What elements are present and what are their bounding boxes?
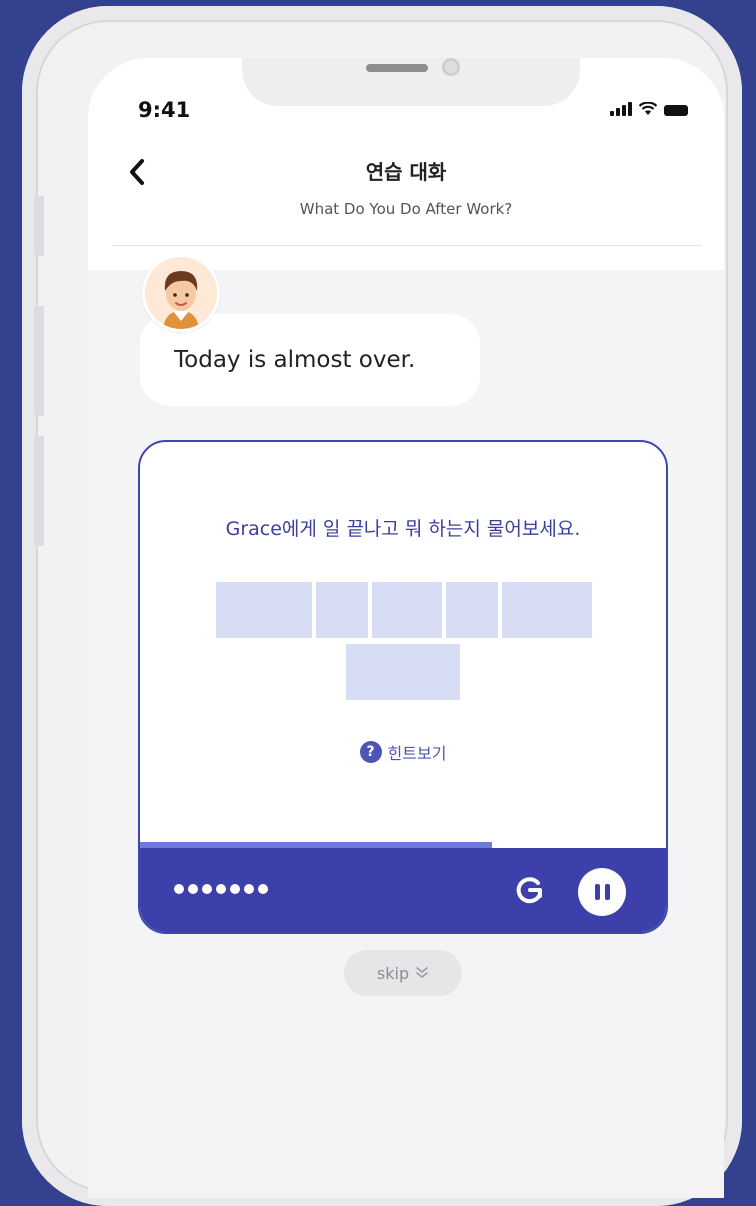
answer-blank[interactable] [372,582,442,638]
pause-icon [594,884,600,900]
dot [216,884,226,894]
question-icon: ? [359,741,382,763]
chat-bubble-text: Today is almost over. [174,347,416,373]
speaker [366,64,428,72]
header-divider [112,245,702,246]
battery-icon [664,105,688,116]
skip-label: skip [376,963,410,983]
answer-blank[interactable] [502,582,592,638]
dot [174,884,184,894]
page-title: 연습 대화 [365,160,447,184]
character-avatar-icon [145,257,217,329]
answer-blank[interactable] [316,582,368,638]
notch [242,58,580,106]
front-camera [442,58,460,76]
audio-control-bar [140,848,666,932]
screen: 9:41 연습 대화 What Do You Do After Work? To… [88,58,724,1198]
hint-button[interactable]: ? 힌트보기 [140,740,666,764]
signal-icon [610,102,632,116]
hint-label: 힌트보기 [387,744,447,763]
phone-volume-down [34,436,44,546]
answer-blank[interactable] [446,582,498,638]
phone-volume-up [34,306,44,416]
pause-button[interactable] [578,868,626,916]
wifi-icon [638,102,658,115]
dot [258,884,268,894]
header: 9:41 연습 대화 What Do You Do After Work? [88,58,724,270]
dot [202,884,212,894]
exercise-card: Grace에게 일 끝나고 뭐 하는지 물어보세요. ? 힌트보기 [138,440,668,934]
exercise-prompt: Grace에게 일 끝나고 뭐 하는지 물어보세요. [225,518,581,540]
phone-side-button [34,196,44,256]
skip-button[interactable]: skip [344,950,462,996]
replay-icon[interactable] [512,872,548,908]
dot [188,884,198,894]
answer-blank[interactable] [216,582,312,638]
avatar [142,254,220,332]
phone-frame: 9:41 연습 대화 What Do You Do After Work? To… [22,6,742,1206]
page-subtitle: What Do You Do After Work? [299,200,513,218]
typing-dots [174,884,268,894]
answer-blank[interactable] [346,644,460,700]
status-icons [610,102,688,116]
double-chevron-down-icon [416,967,428,978]
dot [230,884,240,894]
status-time: 9:41 [138,98,191,122]
dot [244,884,254,894]
